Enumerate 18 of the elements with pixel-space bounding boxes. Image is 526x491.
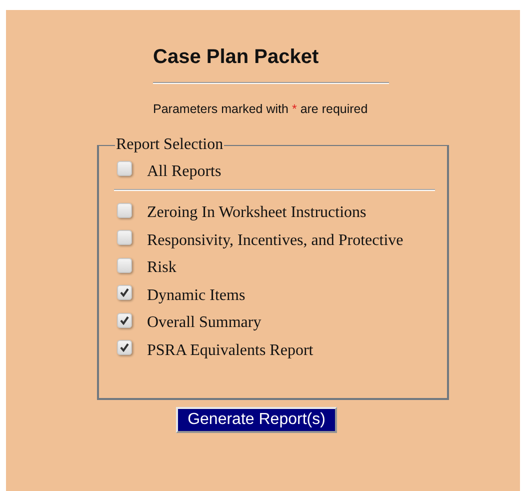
required-note: Parameters marked with * are required: [153, 102, 369, 116]
fieldset-legend: Report Selection: [115, 136, 224, 154]
checkbox[interactable]: [117, 312, 132, 328]
checkbox-label: PSRA Equivalents Report: [147, 342, 314, 360]
checkbox[interactable]: [117, 202, 132, 218]
checkbox[interactable]: [117, 161, 132, 176]
checkbox[interactable]: [117, 285, 132, 300]
checkbox-label: All Reports: [147, 162, 222, 181]
checkbox[interactable]: [117, 230, 132, 246]
checkbox-label: Responsivity, Incentives, and Protective: [147, 232, 404, 250]
checkbox-label: Zeroing In Worksheet Instructions: [147, 204, 366, 222]
checkbox[interactable]: [117, 340, 132, 356]
page-title: Case Plan Packet: [153, 45, 320, 70]
checkbox-label: Dynamic Items: [147, 286, 246, 305]
checkbox-label: Overall Summary: [147, 314, 262, 332]
generate-button[interactable]: Generate Report(s): [176, 407, 338, 433]
checkbox[interactable]: [117, 258, 132, 273]
checkbox-label: Risk: [147, 259, 176, 278]
